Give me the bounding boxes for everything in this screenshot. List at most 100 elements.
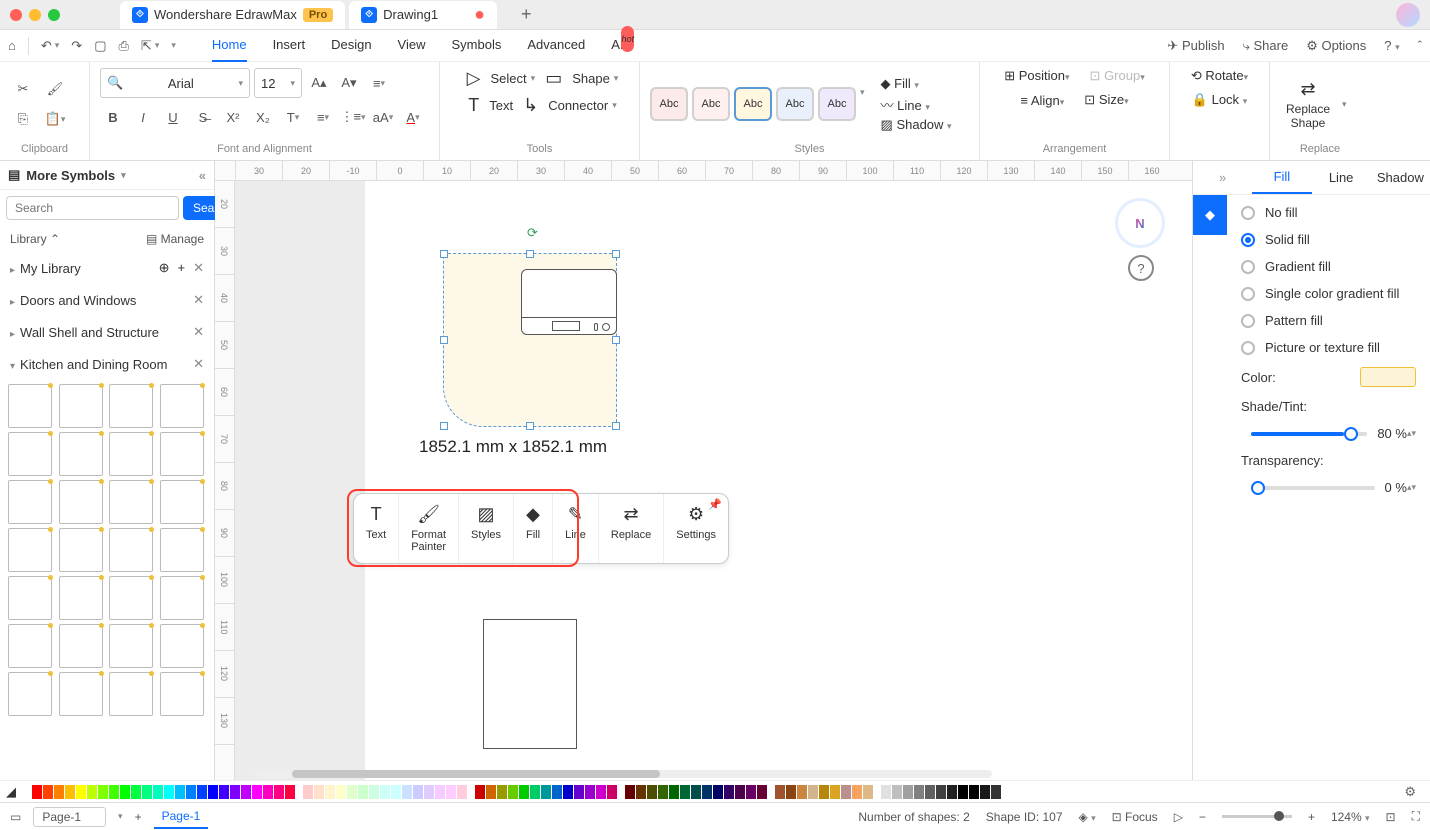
tab-line[interactable]: Line [1312, 162, 1371, 193]
close-icon[interactable]: ✕ [193, 324, 204, 340]
manage-button[interactable]: ▤ Manage [146, 232, 204, 246]
shape-thumbnail[interactable] [59, 384, 103, 428]
undo-icon[interactable]: ↶ ▾ [41, 38, 59, 54]
more-icon[interactable]: ▾ [171, 40, 176, 51]
library-label[interactable]: Library ⌃ [10, 232, 60, 246]
style-preset-2[interactable]: Abc [692, 87, 730, 121]
shape-thumbnail[interactable] [59, 480, 103, 524]
shape-thumbnail[interactable] [8, 624, 52, 668]
menu-design[interactable]: Design [331, 29, 371, 62]
shape-thumbnail[interactable] [160, 384, 204, 428]
color-swatch[interactable] [691, 785, 701, 799]
color-swatch[interactable] [252, 785, 262, 799]
zoom-slider[interactable] [1222, 815, 1292, 818]
color-swatch[interactable] [958, 785, 968, 799]
radio-solid-fill[interactable]: Solid fill [1241, 232, 1416, 247]
print-icon[interactable]: ⎙ [119, 38, 129, 54]
paste-icon[interactable]: 📋▾ [42, 106, 68, 132]
color-swatch[interactable] [585, 785, 595, 799]
shape-thumbnail[interactable] [59, 528, 103, 572]
shape-thumbnail[interactable] [8, 432, 52, 476]
shape-thumbnail[interactable] [59, 672, 103, 716]
menu-ai[interactable]: AIhot [611, 29, 636, 62]
size-button[interactable]: ⊡ Size▾ [1084, 92, 1128, 108]
style-preset-3[interactable]: Abc [734, 87, 772, 121]
present-icon[interactable]: ▷ [1174, 810, 1183, 824]
document-tab[interactable]: ⟐ Drawing1 ● [349, 1, 497, 29]
color-swatch[interactable] [625, 785, 635, 799]
color-swatch[interactable] [285, 785, 295, 799]
color-swatch[interactable] [914, 785, 924, 799]
app-tab[interactable]: ⟐ Wondershare EdrawMax Pro [120, 1, 345, 29]
color-swatch[interactable] [486, 785, 496, 799]
tab-fill[interactable]: Fill [1252, 161, 1311, 194]
fit-page-icon[interactable]: ⊡ [1386, 810, 1396, 824]
radio-single-gradient[interactable]: Single color gradient fill [1241, 286, 1416, 301]
color-swatch[interactable] [369, 785, 379, 799]
color-swatch[interactable] [76, 785, 86, 799]
cat-doors[interactable]: ▸Doors and Windows✕ [0, 284, 214, 316]
zoom-value[interactable]: 124% ▾ [1331, 810, 1370, 824]
color-swatch[interactable] [358, 785, 368, 799]
fullscreen-icon[interactable]: ⛶ [1412, 809, 1420, 824]
color-swatch[interactable] [424, 785, 434, 799]
color-swatch[interactable] [186, 785, 196, 799]
color-swatch[interactable] [541, 785, 551, 799]
connector-tool[interactable]: ↳ [517, 95, 544, 116]
color-swatch[interactable] [325, 785, 335, 799]
new-tab-button[interactable]: + [521, 4, 532, 25]
close-icon[interactable]: ✕ [193, 260, 204, 276]
radio-gradient-fill[interactable]: Gradient fill [1241, 259, 1416, 274]
shape-thumbnail[interactable] [160, 624, 204, 668]
color-swatch[interactable] [1360, 367, 1416, 387]
color-swatch[interactable] [43, 785, 53, 799]
ft-fill[interactable]: ◆Fill [514, 494, 553, 563]
color-swatch[interactable] [797, 785, 807, 799]
add-page-icon[interactable]: + [135, 810, 142, 824]
color-swatch[interactable] [230, 785, 240, 799]
menu-view[interactable]: View [398, 29, 426, 62]
ft-line[interactable]: ✎Line [553, 494, 599, 563]
color-swatch[interactable] [680, 785, 690, 799]
align-button[interactable]: ≡ Align▾ [1020, 93, 1064, 108]
style-preset-1[interactable]: Abc [650, 87, 688, 121]
style-preset-5[interactable]: Abc [818, 87, 856, 121]
list-icon[interactable]: ⋮≡▾ [340, 104, 366, 130]
shape-rect[interactable] [483, 619, 577, 749]
color-swatch[interactable] [786, 785, 796, 799]
text-tool[interactable]: T [462, 95, 485, 116]
shape-thumbnail[interactable] [160, 432, 204, 476]
font-color-icon[interactable]: A▾ [400, 104, 426, 130]
more-symbols-label[interactable]: More Symbols [26, 168, 115, 183]
color-swatch[interactable] [669, 785, 679, 799]
color-swatch[interactable] [120, 785, 130, 799]
format-painter-icon[interactable]: 🖌 [42, 76, 68, 102]
color-swatch[interactable] [552, 785, 562, 799]
shape-thumbnail[interactable] [109, 384, 153, 428]
color-swatch[interactable] [735, 785, 745, 799]
color-swatch[interactable] [413, 785, 423, 799]
rotate-handle-icon[interactable]: ⟳ [527, 225, 538, 241]
options-button[interactable]: ⚙ Options [1306, 38, 1366, 54]
color-swatch[interactable] [175, 785, 185, 799]
my-library-cat[interactable]: ▸My Library ⊕+✕ [0, 252, 214, 284]
symbol-search-input[interactable] [6, 196, 179, 220]
expand-pane-icon[interactable]: » [1193, 162, 1252, 193]
color-swatch[interactable] [508, 785, 518, 799]
font-size-select[interactable]: 12▾ [254, 68, 302, 98]
color-swatch[interactable] [746, 785, 756, 799]
plus-icon[interactable]: + [178, 260, 186, 276]
rotate-button[interactable]: ⟲ Rotate▾ [1191, 68, 1248, 84]
menu-home[interactable]: Home [212, 29, 247, 62]
export-icon[interactable]: ⇱ ▾ [141, 38, 159, 54]
radio-picture-fill[interactable]: Picture or texture fill [1241, 340, 1416, 355]
close-window[interactable] [10, 9, 22, 21]
stepper-icon[interactable]: ▴▾ [1407, 484, 1416, 491]
ft-styles[interactable]: ▨Styles [459, 494, 514, 563]
color-swatch[interactable] [54, 785, 64, 799]
redo-icon[interactable]: ↷ [71, 38, 82, 54]
font-name-select[interactable]: 🔍Arial▾ [100, 68, 250, 98]
gear-icon[interactable]: ⚙ [1396, 784, 1424, 800]
shade-slider[interactable] [1251, 432, 1367, 436]
shape-thumbnail[interactable] [109, 624, 153, 668]
